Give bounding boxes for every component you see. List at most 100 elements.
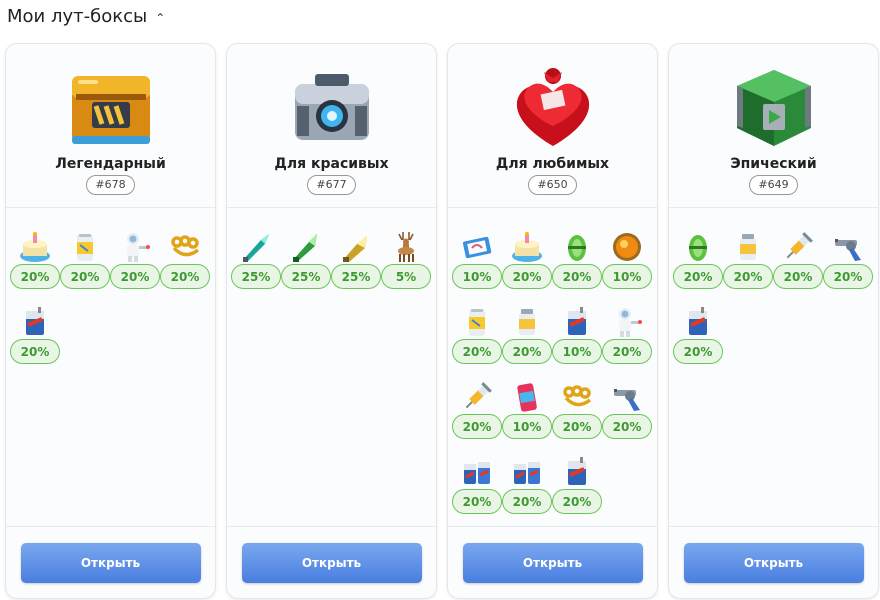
jar-icon xyxy=(731,230,765,264)
drop-chance-badge: 20% xyxy=(552,489,602,514)
loot-item[interactable]: 25% xyxy=(331,220,381,289)
cake-icon xyxy=(510,230,544,264)
juice-box-icon xyxy=(681,305,715,339)
loot-item[interactable]: 20% xyxy=(10,220,60,289)
lootbox-items: 10% 20% 20% 10% 20% 20% 10% 20% 20% 10% 20% 20% 20% 2… xyxy=(452,220,653,514)
drop-chance-badge: 20% xyxy=(673,264,723,289)
open-button[interactable]: Открыть xyxy=(462,542,643,583)
drop-chance-badge: 20% xyxy=(452,414,502,439)
lootbox-name: Для красивых xyxy=(274,156,389,172)
tech-chest-icon xyxy=(287,66,377,150)
lootbox-card: Легендарный #678 20% 20% 20% 20% 20% Открыть xyxy=(5,43,216,599)
astronaut-icon xyxy=(118,230,152,264)
loot-item[interactable]: 20% xyxy=(110,220,160,289)
loot-item[interactable]: 20% xyxy=(502,220,552,289)
loot-item[interactable]: 20% xyxy=(452,445,502,514)
lootbox-name: Легендарный xyxy=(55,156,166,172)
loot-item[interactable]: 20% xyxy=(452,295,502,364)
lootbox-card: Для любимых #650 10% 20% 20% 10% 20% 20% 10% 20% 2… xyxy=(447,43,658,599)
juice-box-icon xyxy=(18,305,52,339)
loot-item[interactable]: 25% xyxy=(231,220,281,289)
drop-chance-badge: 10% xyxy=(502,414,552,439)
loot-item[interactable]: 20% xyxy=(10,295,60,364)
loot-item[interactable]: 20% xyxy=(673,295,723,364)
lootbox-header: Легендарный #678 xyxy=(6,44,215,208)
lootbox-footer: Открыть xyxy=(448,526,657,598)
loot-item[interactable]: 20% xyxy=(552,220,602,289)
loot-item[interactable]: 10% xyxy=(502,370,552,439)
open-button[interactable]: Открыть xyxy=(241,542,422,583)
juice-pack-icon xyxy=(460,455,494,489)
drop-chance-badge: 20% xyxy=(552,264,602,289)
juice-box-icon xyxy=(560,305,594,339)
loot-item[interactable]: 20% xyxy=(552,370,602,439)
can-icon xyxy=(460,305,494,339)
lootbox-id-badge: #677 xyxy=(307,175,356,195)
lootbox-footer: Открыть xyxy=(669,526,878,598)
card-icon xyxy=(460,230,494,264)
drop-chance-badge: 10% xyxy=(452,264,502,289)
drop-chance-badge: 20% xyxy=(773,264,823,289)
drop-chance-badge: 20% xyxy=(723,264,773,289)
lootbox-header: Для красивых #677 xyxy=(227,44,436,208)
green-crystal-icon xyxy=(289,230,323,264)
juice-box-icon xyxy=(560,455,594,489)
brass-knuckles-icon xyxy=(560,380,594,414)
loot-item[interactable]: 20% xyxy=(452,370,502,439)
lootbox-id-badge: #678 xyxy=(86,175,135,195)
loot-item[interactable]: 20% xyxy=(823,220,873,289)
brass-knuckles-icon xyxy=(168,230,202,264)
section-header[interactable]: Мои лут-боксы ⌃ xyxy=(7,6,165,27)
lootbox-items: 20% 20% 20% 20% 20% xyxy=(10,220,211,364)
lootbox-card: Для красивых #677 25% 25% 25% 5% Открыть xyxy=(226,43,437,599)
drop-chance-badge: 25% xyxy=(231,264,281,289)
revolver-icon xyxy=(610,380,644,414)
loot-item[interactable]: 5% xyxy=(381,220,431,289)
drop-chance-badge: 20% xyxy=(602,414,652,439)
lootbox-card: Эпический #649 20% 20% 20% 20% 20% Открыть xyxy=(668,43,879,599)
drop-chance-badge: 20% xyxy=(10,264,60,289)
drop-chance-badge: 20% xyxy=(673,339,723,364)
green-chest-icon xyxy=(729,66,819,150)
loot-item[interactable]: 20% xyxy=(60,220,110,289)
drop-chance-badge: 20% xyxy=(110,264,160,289)
lootbox-header: Для любимых #650 xyxy=(448,44,657,208)
lootbox-id-badge: #650 xyxy=(528,175,577,195)
loot-item[interactable]: 20% xyxy=(502,295,552,364)
gold-crystal-icon xyxy=(339,230,373,264)
revolver-icon xyxy=(831,230,865,264)
drop-chance-badge: 25% xyxy=(331,264,381,289)
chevron-up-icon[interactable]: ⌃ xyxy=(155,11,165,25)
drop-chance-badge: 10% xyxy=(552,339,602,364)
open-button[interactable]: Открыть xyxy=(683,542,864,583)
loot-item[interactable]: 10% xyxy=(552,295,602,364)
drop-chance-badge: 20% xyxy=(10,339,60,364)
open-button[interactable]: Открыть xyxy=(20,542,201,583)
loot-item[interactable]: 20% xyxy=(602,295,652,364)
lootbox-items: 20% 20% 20% 20% 20% xyxy=(673,220,874,364)
teal-crystal-icon xyxy=(239,230,273,264)
drop-chance-badge: 20% xyxy=(452,489,502,514)
loot-item[interactable]: 20% xyxy=(723,220,773,289)
heart-box-icon xyxy=(508,66,598,150)
loot-item[interactable]: 20% xyxy=(602,370,652,439)
loot-item[interactable]: 20% xyxy=(552,445,602,514)
syringe-icon xyxy=(460,380,494,414)
drop-chance-badge: 20% xyxy=(502,339,552,364)
drop-chance-badge: 25% xyxy=(281,264,331,289)
lootbox-list: Легендарный #678 20% 20% 20% 20% 20% Открыть Дл… xyxy=(5,43,879,599)
loot-item[interactable]: 20% xyxy=(673,220,723,289)
drop-chance-badge: 20% xyxy=(452,339,502,364)
loot-item[interactable]: 20% xyxy=(502,445,552,514)
loot-item[interactable]: 10% xyxy=(452,220,502,289)
drop-chance-badge: 20% xyxy=(502,264,552,289)
loot-item[interactable]: 25% xyxy=(281,220,331,289)
lootbox-id-badge: #649 xyxy=(749,175,798,195)
drop-chance-badge: 20% xyxy=(823,264,873,289)
loot-item[interactable]: 20% xyxy=(773,220,823,289)
section-title: Мои лут-боксы xyxy=(7,6,148,27)
loot-item[interactable]: 20% xyxy=(160,220,210,289)
drop-chance-badge: 20% xyxy=(552,414,602,439)
lootbox-name: Эпический xyxy=(730,156,817,172)
loot-item[interactable]: 10% xyxy=(602,220,652,289)
